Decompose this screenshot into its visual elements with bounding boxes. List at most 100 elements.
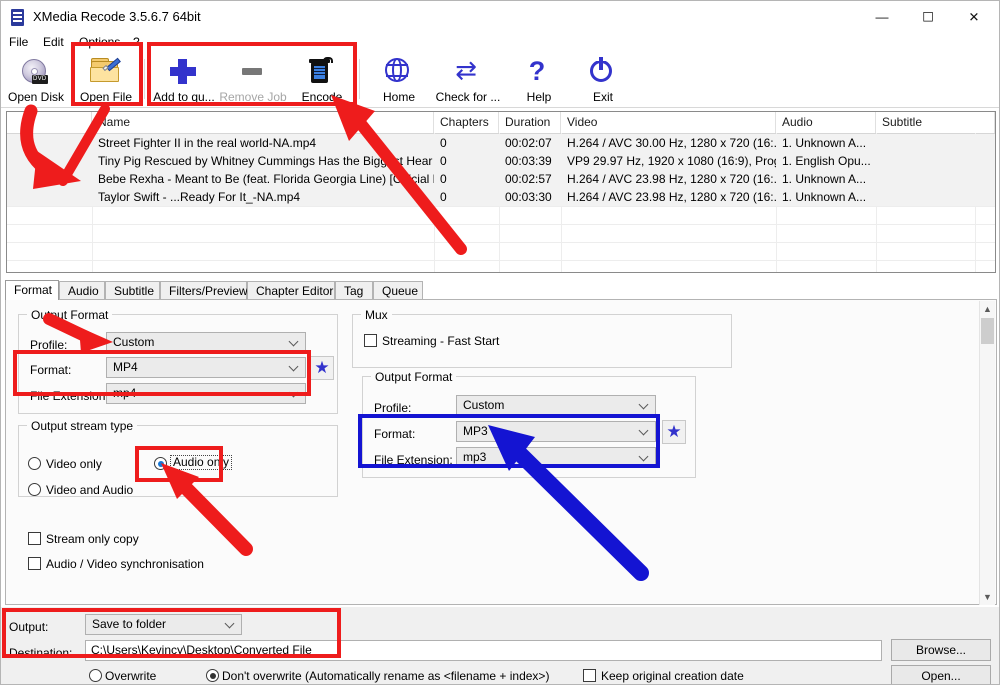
column-header-video[interactable]: Video	[561, 112, 776, 133]
column-header-duration[interactable]: Duration	[499, 112, 561, 133]
table-row[interactable]: Taylor Swift - ...Ready For It_-NA.mp4 0…	[7, 188, 996, 206]
favorite-button-right[interactable]: ★	[662, 420, 686, 444]
toolbar-separator-2	[359, 59, 360, 99]
toolbar-remove-job-label: Remove Job	[213, 91, 293, 104]
output-mode-combo[interactable]: Save to folder	[85, 614, 242, 635]
panel-scrollbar[interactable]: ▲ ▼	[979, 301, 995, 605]
tab-format[interactable]: Format	[5, 280, 59, 300]
encode-icon	[306, 57, 338, 87]
open-button[interactable]: Open...	[891, 665, 991, 685]
profile-combo-right[interactable]: Custom	[456, 395, 656, 416]
menu-edit[interactable]: Edit	[37, 34, 70, 50]
destination-input[interactable]: C:\Users\Kevincy\Desktop\Converted File	[85, 640, 882, 661]
toolbar-add-to-queue[interactable]: Add to qu...	[149, 53, 219, 105]
menu-help[interactable]: ?	[127, 34, 146, 50]
cell-audio: 1. Unknown A...	[776, 170, 876, 188]
format-value-right: MP3	[463, 422, 488, 441]
cell-audio: 1. Unknown A...	[776, 188, 876, 206]
file-extension-combo-right[interactable]: mp3	[456, 447, 656, 468]
tab-filters-preview[interactable]: Filters/Preview	[160, 281, 247, 300]
output-destination-bar: Output: Save to folder Destination: C:\U…	[1, 607, 1000, 685]
chevron-down-icon	[290, 388, 299, 397]
chevron-down-icon	[640, 400, 649, 409]
cell-chapters: 0	[434, 188, 499, 206]
cell-name: Bebe Rexha - Meant to Be (feat. Florida …	[92, 170, 434, 188]
maximize-icon: ☐	[922, 10, 934, 23]
profile-label-right: Profile:	[374, 401, 411, 415]
cell-audio: 1. English Opu...	[776, 152, 876, 170]
radio-video-and-audio-label: Video and Audio	[46, 484, 133, 497]
browse-button[interactable]: Browse...	[891, 639, 991, 661]
table-row[interactable]: Street Fighter II in the real world-NA.m…	[7, 134, 996, 152]
checkbox-streaming-fast-start[interactable]	[364, 334, 377, 347]
cell-subtitle	[876, 170, 975, 188]
toolbar-remove-job[interactable]: Remove Job	[213, 53, 293, 105]
cell-name: Street Fighter II in the real world-NA.m…	[92, 134, 434, 152]
radio-dont-overwrite[interactable]	[206, 669, 219, 682]
toolbar-check-for-update[interactable]: ⇄ Check for ...	[429, 53, 507, 105]
scroll-up-icon[interactable]: ▲	[980, 301, 995, 317]
format-combo-right[interactable]: MP3	[456, 421, 656, 442]
toolbar-home-label: Home	[369, 91, 429, 104]
format-combo-left[interactable]: MP4	[106, 357, 306, 378]
minimize-button[interactable]: —	[859, 1, 905, 32]
radio-audio-only[interactable]	[154, 457, 167, 470]
window-title: XMedia Recode 3.5.6.7 64bit	[33, 9, 201, 24]
toolbar-home[interactable]: Home	[369, 53, 429, 105]
column-header-audio[interactable]: Audio	[776, 112, 876, 133]
menu-options[interactable]: Options	[73, 34, 126, 50]
tab-chapter-editor[interactable]: Chapter Editor	[247, 281, 335, 300]
column-header-name[interactable]: Name	[92, 112, 434, 133]
profile-combo-left[interactable]: Custom	[106, 332, 306, 353]
scrollbar-thumb[interactable]	[981, 318, 994, 344]
favorite-button-left[interactable]: ★	[310, 356, 334, 380]
maximize-button[interactable]: ☐	[905, 1, 951, 32]
tab-tag[interactable]: Tag	[335, 281, 373, 300]
checkbox-av-sync[interactable]	[28, 557, 41, 570]
table-row[interactable]: Tiny Pig Rescued by Whitney Cummings Has…	[7, 152, 996, 170]
output-format-legend-right: Output Format	[371, 370, 456, 384]
cell-video: H.264 / AVC 23.98 Hz, 1280 x 720 (16:...	[561, 170, 776, 188]
output-stream-type-legend: Output stream type	[27, 419, 137, 433]
minimize-icon: —	[876, 10, 889, 23]
question-icon: ?	[523, 57, 555, 87]
radio-overwrite[interactable]	[89, 669, 102, 682]
checkbox-stream-only-copy[interactable]	[28, 532, 41, 545]
tab-queue[interactable]: Queue	[373, 281, 423, 300]
globe-icon	[383, 57, 415, 87]
file-list[interactable]: Name Chapters Duration Video Audio Subti…	[6, 111, 996, 273]
toolbar-open-file-label: Open File	[75, 91, 137, 104]
column-header-subtitle[interactable]: Subtitle	[876, 112, 995, 133]
format-value-left: MP4	[113, 358, 138, 377]
tab-audio[interactable]: Audio	[59, 281, 105, 300]
xmedia-recode-window: XMedia Recode 3.5.6.7 64bit — ☐ ✕ File E…	[0, 0, 1000, 685]
cell-name: Taylor Swift - ...Ready For It_-NA.mp4	[92, 188, 434, 206]
toolbar-encode[interactable]: Encode	[293, 53, 351, 105]
close-button[interactable]: ✕	[951, 1, 997, 32]
column-header-blank	[7, 112, 92, 133]
table-row[interactable]: Bebe Rexha - Meant to Be (feat. Florida …	[7, 170, 996, 188]
column-header-chapters[interactable]: Chapters	[434, 112, 499, 133]
checkbox-keep-original-creation-date[interactable]	[583, 669, 596, 682]
radio-video-and-audio[interactable]	[28, 483, 41, 496]
radio-video-only[interactable]	[28, 457, 41, 470]
cell-subtitle	[876, 188, 975, 206]
tab-strip: Format Audio Subtitle Filters/Preview Ch…	[5, 281, 997, 300]
cell-duration: 00:02:57	[499, 170, 561, 188]
file-extension-value-left: mp4	[113, 384, 136, 403]
toolbar-open-disk[interactable]: DVD Open Disk	[5, 53, 67, 105]
toolbar-exit[interactable]: Exit	[577, 53, 629, 105]
format-label-right: Format:	[374, 427, 415, 441]
toolbar-exit-label: Exit	[577, 91, 629, 104]
checkbox-av-sync-label: Audio / Video synchronisation	[46, 558, 204, 571]
tab-subtitle[interactable]: Subtitle	[105, 281, 160, 300]
menu-file[interactable]: File	[3, 34, 34, 50]
scroll-down-icon[interactable]: ▼	[980, 589, 995, 605]
file-extension-label-left: File Extension:	[30, 389, 109, 403]
toolbar: DVD Open Disk Open File Add to qu... Rem…	[1, 51, 1000, 108]
toolbar-add-to-queue-label: Add to qu...	[149, 91, 219, 104]
format-label-left: Format:	[30, 363, 71, 377]
toolbar-help[interactable]: ? Help	[513, 53, 565, 105]
file-extension-combo-left[interactable]: mp4	[106, 383, 306, 404]
toolbar-open-file[interactable]: Open File	[75, 53, 137, 105]
